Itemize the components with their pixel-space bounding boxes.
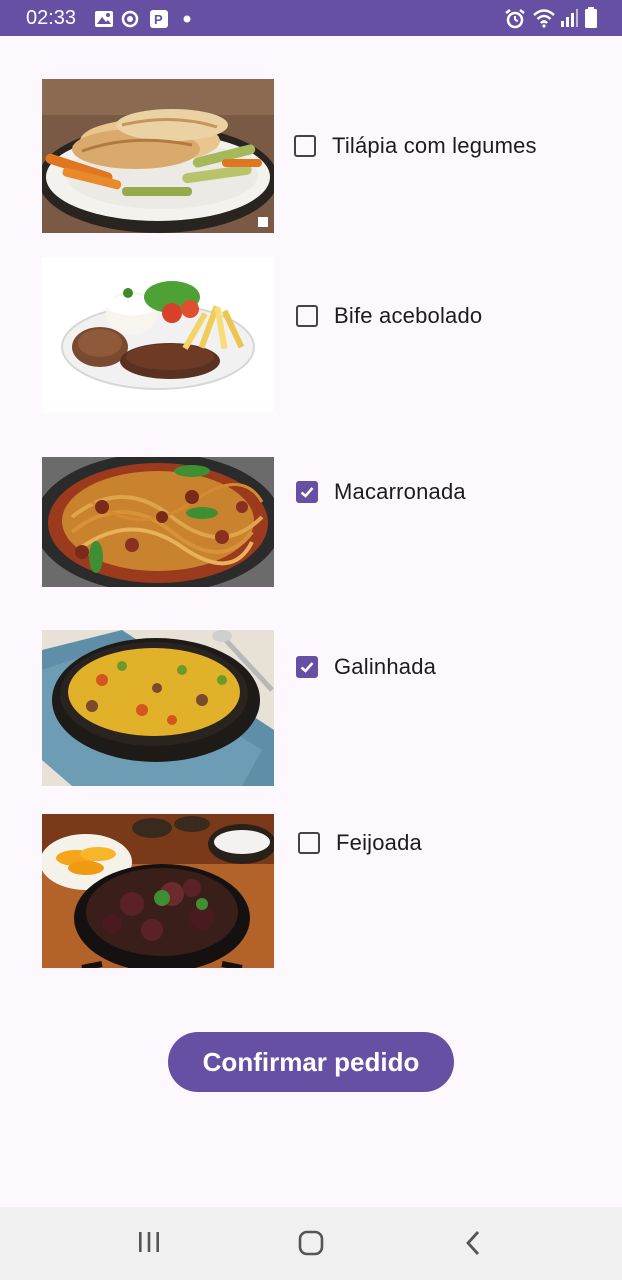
confirm-order-button[interactable]: Confirmar pedido xyxy=(168,1032,454,1092)
home-icon[interactable] xyxy=(297,1229,325,1257)
galinhada-photo xyxy=(42,630,274,786)
menu-item-feijoada: Feijoada xyxy=(0,814,622,968)
bife-photo xyxy=(42,257,274,413)
feijoada-label: Feijoada xyxy=(336,830,422,855)
check-icon xyxy=(300,487,314,498)
feijoada-checkbox-row[interactable]: Feijoada xyxy=(298,830,422,856)
status-time: 02:33 xyxy=(26,7,77,29)
signal-icon xyxy=(561,9,578,27)
sync-icon xyxy=(121,10,139,28)
feijoada-photo xyxy=(42,814,274,968)
svg-text:P: P xyxy=(154,12,163,27)
menu-item-macarronada: Macarronada xyxy=(0,457,622,587)
bife-checkbox[interactable] xyxy=(296,305,318,327)
menu-item-tilapia: Tilápia com legumes xyxy=(0,79,622,233)
check-icon xyxy=(300,662,314,673)
galinhada-checkbox-row[interactable]: Galinhada xyxy=(296,654,436,680)
bife-checkbox-row[interactable]: Bife acebolado xyxy=(296,303,482,329)
galinhada-checkbox[interactable] xyxy=(296,656,318,678)
galinhada-label: Galinhada xyxy=(334,654,437,679)
status-bar: 02:33 P xyxy=(0,0,622,36)
macarronada-photo xyxy=(42,457,274,587)
battery-icon xyxy=(585,7,597,28)
tilapia-checkbox-row[interactable]: Tilápia com legumes xyxy=(294,133,537,159)
tilapia-photo xyxy=(42,79,274,233)
menu-item-bife: Bife acebolado xyxy=(0,257,622,413)
tilapia-label: Tilápia com legumes xyxy=(332,133,537,158)
macarronada-checkbox[interactable] xyxy=(296,481,318,503)
alarm-icon xyxy=(505,9,525,29)
macarronada-label: Macarronada xyxy=(334,479,466,504)
bife-label: Bife acebolado xyxy=(334,303,483,328)
navigation-bar xyxy=(0,1207,622,1280)
tilapia-checkbox[interactable] xyxy=(294,135,316,157)
feijoada-checkbox[interactable] xyxy=(298,832,320,854)
wifi-icon xyxy=(533,9,555,28)
macarronada-checkbox-row[interactable]: Macarronada xyxy=(296,479,466,505)
recent-apps-icon[interactable] xyxy=(136,1229,162,1255)
back-icon[interactable] xyxy=(461,1229,485,1257)
parking-icon: P xyxy=(150,10,168,28)
gallery-icon xyxy=(95,11,113,27)
menu-item-galinhada: Galinhada xyxy=(0,630,622,786)
dot-icon xyxy=(183,15,191,23)
